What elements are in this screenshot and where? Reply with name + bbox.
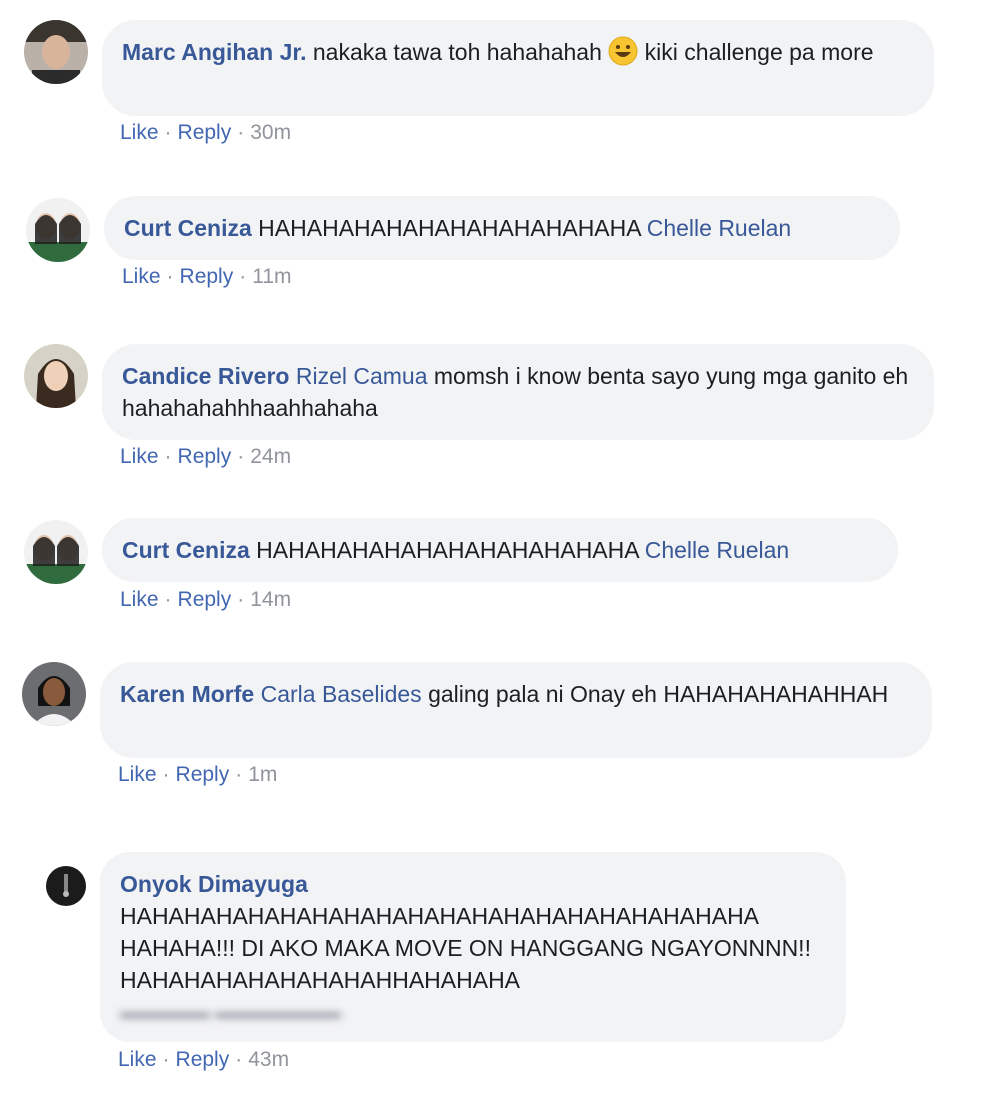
tagged-user[interactable]: Chelle Ruelan bbox=[645, 537, 789, 563]
like-link[interactable]: Like bbox=[118, 763, 157, 786]
tagged-user[interactable]: Rizel Camua bbox=[296, 363, 428, 389]
comment-bubble: Candice Rivero Rizel Camua momsh i know … bbox=[102, 344, 934, 440]
reply-link[interactable]: Reply bbox=[176, 1048, 230, 1071]
reply-link[interactable]: Reply bbox=[178, 121, 232, 144]
comment-author[interactable]: Karen Morfe bbox=[120, 681, 254, 707]
avatar[interactable] bbox=[24, 20, 88, 84]
avatar[interactable] bbox=[24, 344, 88, 408]
comment-text: HAHAHAHAHAHAHAHAHAHAHAHA bbox=[249, 537, 645, 563]
reply-link[interactable]: Reply bbox=[176, 763, 230, 786]
comment-text: kiki challenge pa more bbox=[638, 39, 874, 65]
timestamp[interactable]: 11m bbox=[252, 265, 291, 288]
comment-bubble: Onyok Dimayuga HAHAHAHAHAHAHAHAHAHAHAHAH… bbox=[100, 852, 846, 1042]
comment-bubble: Karen Morfe Carla Baselides galing pala … bbox=[100, 662, 932, 758]
comment-text: HAHAHAHAHAHAHAHAHAHAHAHA bbox=[251, 215, 647, 241]
like-link[interactable]: Like bbox=[118, 1048, 157, 1071]
comment-text: HAHAHAHAHAHAHAHAHAHAHAHAHAHAHAHAHAHAHAHA… bbox=[120, 903, 811, 993]
timestamp[interactable]: 30m bbox=[250, 121, 291, 144]
reply-link[interactable]: Reply bbox=[178, 588, 232, 611]
timestamp[interactable]: 24m bbox=[250, 445, 291, 468]
comment-actions: Like · Reply · 14m bbox=[120, 588, 292, 611]
avatar[interactable] bbox=[24, 520, 88, 584]
comment-text: galing pala ni Onay eh HAHAHAHAHAHHAH bbox=[421, 681, 889, 707]
like-link[interactable]: Like bbox=[120, 121, 159, 144]
comment-actions: Like · Reply · 43m bbox=[118, 1048, 290, 1071]
grinning-face-icon bbox=[608, 36, 638, 66]
comment-actions: Like · Reply · 1m bbox=[118, 763, 278, 786]
like-link[interactable]: Like bbox=[120, 445, 159, 468]
comment-author[interactable]: Curt Ceniza bbox=[122, 537, 250, 563]
reply-link[interactable]: Reply bbox=[178, 445, 232, 468]
reply-link[interactable]: Reply bbox=[180, 265, 234, 288]
comment-actions: Like · Reply · 24m bbox=[120, 445, 292, 468]
avatar[interactable] bbox=[22, 662, 86, 726]
comment-author[interactable]: Onyok Dimayuga bbox=[120, 871, 308, 897]
comment-bubble: Marc Angihan Jr. nakaka tawa toh hahahah… bbox=[102, 20, 934, 116]
comment-bubble: Curt Ceniza HAHAHAHAHAHAHAHAHAHAHAHA Che… bbox=[102, 518, 898, 582]
comment-author[interactable]: Candice Rivero bbox=[122, 363, 289, 389]
comment-author[interactable]: Marc Angihan Jr. bbox=[122, 39, 306, 65]
comment-bubble: Curt Ceniza HAHAHAHAHAHAHAHAHAHAHAHA Che… bbox=[104, 196, 900, 260]
comment-actions: Like · Reply · 11m bbox=[122, 265, 292, 288]
avatar[interactable] bbox=[26, 198, 90, 262]
timestamp[interactable]: 1m bbox=[248, 763, 277, 786]
timestamp[interactable]: 14m bbox=[250, 588, 291, 611]
blurred-text: ▬▬▬▬▬ ▬▬▬▬▬▬▬ bbox=[120, 1002, 342, 1022]
comment-actions: Like · Reply · 30m bbox=[120, 121, 292, 144]
comment-text: nakaka tawa toh hahahahah bbox=[306, 39, 609, 65]
comment-author[interactable]: Curt Ceniza bbox=[124, 215, 252, 241]
tagged-user[interactable]: Carla Baselides bbox=[261, 681, 422, 707]
timestamp[interactable]: 43m bbox=[248, 1048, 289, 1071]
like-link[interactable]: Like bbox=[122, 265, 161, 288]
tagged-user[interactable]: Chelle Ruelan bbox=[647, 215, 791, 241]
avatar[interactable] bbox=[46, 866, 86, 906]
like-link[interactable]: Like bbox=[120, 588, 159, 611]
